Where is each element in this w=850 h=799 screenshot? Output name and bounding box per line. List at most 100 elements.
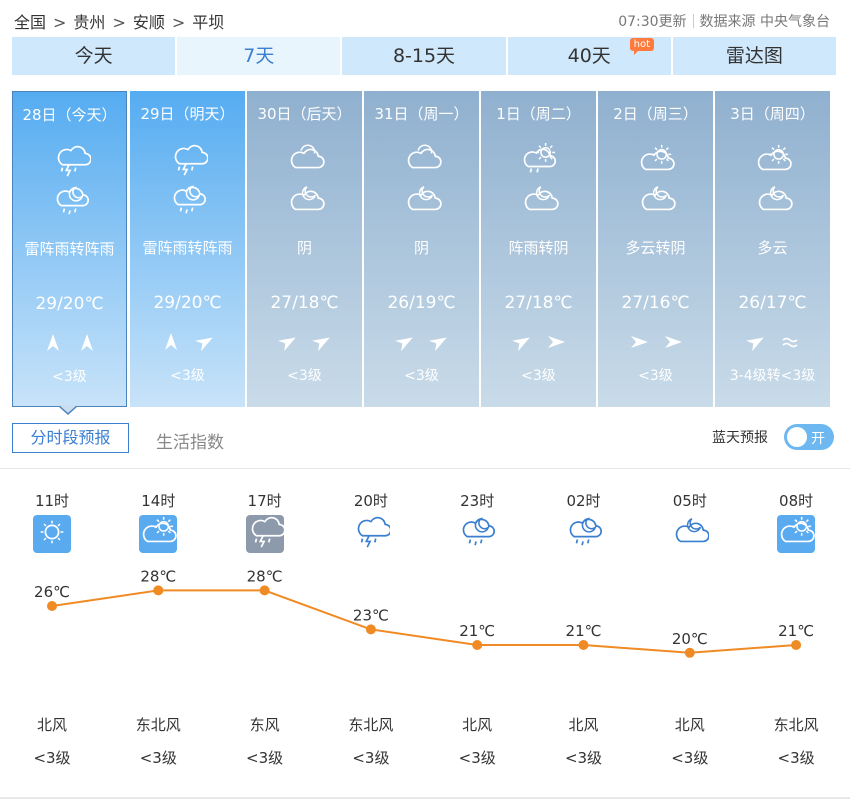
hour-wind-level: <3级 bbox=[777, 749, 815, 767]
hour-wind-direction: 东北风 bbox=[773, 716, 819, 734]
wind-directions bbox=[130, 331, 245, 353]
blue-sky-toggle[interactable]: 开 bbox=[784, 424, 834, 450]
wind-level: 3-4级转<3级 bbox=[729, 368, 816, 384]
temperature-point bbox=[47, 601, 57, 611]
northeast-wind-icon bbox=[311, 331, 333, 353]
data-source-info: 07:30更新 数据来源 中央气象台 bbox=[618, 11, 830, 31]
hour-wind-level: <3级 bbox=[139, 749, 177, 767]
day-weather: 阴 bbox=[413, 239, 429, 257]
temperature-point bbox=[259, 585, 270, 596]
wind-directions bbox=[247, 331, 362, 353]
north-wind-icon bbox=[160, 331, 182, 353]
rain-night-icon bbox=[458, 515, 496, 553]
east-wind-icon bbox=[545, 331, 567, 353]
day-temperature: 26/17℃ bbox=[738, 293, 807, 313]
temperature-label: 21℃ bbox=[778, 622, 814, 640]
cloudy-night-icon bbox=[285, 183, 325, 217]
hour-wind-level: <3级 bbox=[33, 749, 71, 767]
day-card[interactable]: 28日（今天） 雷阵雨转阵雨 29/20℃ <3级 bbox=[12, 91, 127, 407]
wind-level: <3级 bbox=[638, 368, 673, 384]
hot-badge: hot bbox=[629, 38, 654, 55]
hour-wind-level: <3级 bbox=[352, 749, 390, 767]
hour-time: 08时 bbox=[779, 492, 814, 510]
day-card[interactable]: 29日（明天） 雷阵雨转阵雨 29/20℃ <3级 bbox=[130, 91, 245, 407]
tab-life-index[interactable]: 生活指数 bbox=[156, 428, 224, 453]
temperature-point bbox=[791, 640, 802, 650]
day-date: 2日（周三） bbox=[613, 105, 698, 123]
shower-sun-icon bbox=[519, 143, 559, 175]
day-weather: 多云转阴 bbox=[625, 239, 686, 257]
temperature-label: 28℃ bbox=[247, 567, 283, 585]
rain-night-icon bbox=[51, 184, 91, 218]
day-card[interactable]: 2日（周三） 多云转阴 27/16℃ <3级 bbox=[598, 91, 713, 407]
divider bbox=[692, 14, 694, 28]
hour-wind-direction: 北风 bbox=[462, 716, 493, 734]
blue-sky-forecast-label: 蓝天预报 bbox=[712, 430, 768, 446]
wind-directions bbox=[598, 331, 713, 353]
partly-cloudy-icon bbox=[636, 143, 676, 175]
breadcrumb-item-country[interactable]: 全国 bbox=[14, 13, 46, 32]
northeast-wind-icon bbox=[277, 331, 299, 353]
thunder-rain-icon bbox=[352, 515, 392, 553]
wind-level: <3级 bbox=[404, 368, 439, 384]
hour-time: 02时 bbox=[566, 492, 601, 510]
breadcrumb-item-city[interactable]: 安顺 bbox=[133, 13, 165, 32]
temperature-label: 21℃ bbox=[459, 622, 495, 640]
northeast-wind-icon bbox=[511, 331, 533, 353]
wind-directions bbox=[13, 332, 126, 354]
tab-7-days[interactable]: 7天 bbox=[177, 37, 341, 75]
hour-wind-direction: 北风 bbox=[674, 716, 705, 734]
day-date: 31日（周一） bbox=[374, 105, 469, 123]
wind-level: <3级 bbox=[287, 368, 322, 384]
hour-wind-direction: 东北风 bbox=[348, 716, 394, 734]
tab-today[interactable]: 今天 bbox=[12, 37, 176, 75]
breadcrumb-item-county: 平坝 bbox=[192, 13, 225, 32]
day-weather: 阴 bbox=[296, 239, 312, 257]
northeast-wind-icon bbox=[745, 331, 767, 353]
overcast-icon bbox=[285, 143, 325, 175]
hourly-forecast: 26℃ 28℃ 28℃ 23℃ 21℃ 21℃ 20℃ 21℃ 11时 北风 <3级 14时 东北风 <… bbox=[0, 470, 850, 797]
tab-40-days[interactable]: 40天 hot bbox=[507, 37, 671, 75]
wind-level: <3级 bbox=[52, 369, 87, 385]
sunny-icon bbox=[33, 515, 71, 553]
overcast-icon bbox=[402, 143, 442, 175]
hour-time: 20时 bbox=[353, 492, 388, 510]
breadcrumb-separator: > bbox=[171, 13, 186, 32]
day-card[interactable]: 31日（周一） 阴 26/19℃ <3级 bbox=[364, 91, 479, 407]
toggle-knob bbox=[787, 427, 807, 447]
temperature-label: 20℃ bbox=[672, 630, 708, 648]
selected-day-pointer bbox=[58, 405, 78, 415]
hour-time: 14时 bbox=[141, 492, 176, 510]
day-weather: 雷阵雨转阵雨 bbox=[142, 239, 233, 257]
day-card[interactable]: 3日（周四） 多云 26/17℃ 3-4级转<3级 bbox=[715, 91, 830, 407]
tab-hourly-forecast[interactable]: 分时段预报 bbox=[12, 423, 129, 453]
day-card[interactable]: 30日（后天） 阴 27/18℃ <3级 bbox=[247, 91, 362, 407]
temperature-label: 26℃ bbox=[34, 583, 70, 601]
wind-directions bbox=[481, 331, 596, 353]
east-wind-icon bbox=[662, 331, 684, 353]
hour-wind-direction: 北风 bbox=[568, 716, 599, 734]
thunder-rain-icon bbox=[245, 515, 286, 553]
day-date: 30日（后天） bbox=[257, 105, 352, 123]
day-weather: 阵雨转阴 bbox=[508, 239, 569, 257]
day-card[interactable]: 1日（周二） 阵雨转阴 27/18℃ <3级 bbox=[481, 91, 596, 407]
hour-time: 05时 bbox=[672, 492, 707, 510]
hour-wind-level: <3级 bbox=[564, 749, 603, 767]
breadcrumb: 全国 > 贵州 > 安顺 > 平坝 bbox=[14, 9, 224, 33]
hour-wind-direction: 东风 bbox=[249, 716, 280, 734]
day-temperature: 27/16℃ bbox=[621, 293, 690, 313]
hour-wind-level: <3级 bbox=[671, 749, 709, 767]
wind-directions bbox=[715, 331, 830, 353]
temperature-point bbox=[578, 640, 589, 650]
tab-radar[interactable]: 雷达图 bbox=[672, 37, 837, 75]
forecast-tabs: 今天 7天 8-15天 40天 hot 雷达图 bbox=[12, 37, 837, 75]
day-temperature: 26/19℃ bbox=[387, 293, 456, 313]
temperature-point bbox=[153, 585, 164, 596]
breadcrumb-item-province[interactable]: 贵州 bbox=[73, 13, 105, 32]
seven-day-forecast: 28日（今天） 雷阵雨转阵雨 29/20℃ <3级 29日（明天） 雷阵雨转阵雨 29/20… bbox=[12, 91, 832, 407]
partly-cloudy-icon bbox=[753, 143, 793, 175]
tab-8-15-days[interactable]: 8-15天 bbox=[342, 37, 506, 75]
partly-cloudy-icon bbox=[777, 515, 816, 553]
east-wind-icon bbox=[628, 331, 650, 353]
day-temperature: 27/18℃ bbox=[504, 293, 573, 313]
